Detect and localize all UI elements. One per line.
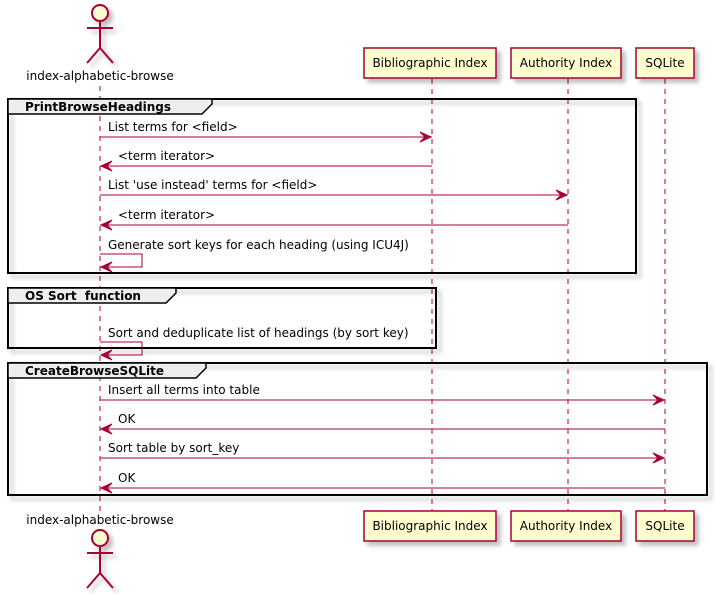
message: OK: [99, 412, 665, 435]
participant-label: SQLite: [645, 56, 684, 70]
participant-bibliographic-index-top[interactable]: Bibliographic Index: [363, 47, 497, 79]
participant-label: Bibliographic Index: [372, 56, 487, 70]
actor-bottom[interactable]: index-alphabetic-browse: [26, 513, 174, 589]
frame-title: OS Sort function: [25, 289, 141, 303]
frame-title: CreateBrowseSQLite: [25, 364, 164, 378]
message-label: <term iterator>: [118, 149, 215, 163]
participant-label: Authority Index: [520, 519, 612, 533]
message-label: Generate sort keys for each heading (usi…: [108, 238, 409, 252]
participant-bibliographic-index-bottom[interactable]: Bibliographic Index: [363, 510, 497, 542]
actor-icon: [86, 529, 114, 589]
participant-authority-index-top[interactable]: Authority Index: [510, 47, 622, 79]
message: <term iterator>: [99, 149, 432, 172]
message-label: List 'use instead' terms for <field>: [108, 178, 317, 192]
message: OK: [99, 471, 665, 494]
message-label: Insert all terms into table: [108, 383, 260, 397]
message: List 'use instead' terms for <field>: [100, 178, 569, 201]
actor-icon: [86, 4, 114, 64]
sequence-diagram: PrintBrowseHeadings OS Sort function Cre…: [7, 4, 708, 589]
message: List terms for <field>: [100, 120, 433, 143]
actor-label: index-alphabetic-browse: [26, 69, 173, 83]
message: Insert all terms into table: [100, 383, 666, 406]
message-label: <term iterator>: [118, 208, 215, 222]
participant-authority-index-bottom[interactable]: Authority Index: [510, 510, 622, 542]
participant-sqlite-top[interactable]: SQLite: [635, 47, 695, 79]
actor-top[interactable]: index-alphabetic-browse: [26, 4, 174, 83]
frame-title: PrintBrowseHeadings: [25, 100, 171, 114]
message-label: OK: [118, 412, 136, 426]
message: Generate sort keys for each heading (usi…: [99, 238, 409, 273]
message-label: List terms for <field>: [108, 120, 238, 134]
message-label: Sort and deduplicate list of headings (b…: [108, 326, 409, 340]
participant-label: SQLite: [645, 519, 684, 533]
message: Sort table by sort_key: [100, 441, 666, 464]
message: <term iterator>: [99, 208, 568, 231]
actor-label: index-alphabetic-browse: [26, 513, 173, 527]
message-label: OK: [118, 471, 136, 485]
participant-label: Bibliographic Index: [372, 519, 487, 533]
participant-label: Authority Index: [520, 56, 612, 70]
message: Sort and deduplicate list of headings (b…: [99, 326, 409, 361]
participant-sqlite-bottom[interactable]: SQLite: [635, 510, 695, 542]
message-label: Sort table by sort_key: [108, 441, 239, 455]
